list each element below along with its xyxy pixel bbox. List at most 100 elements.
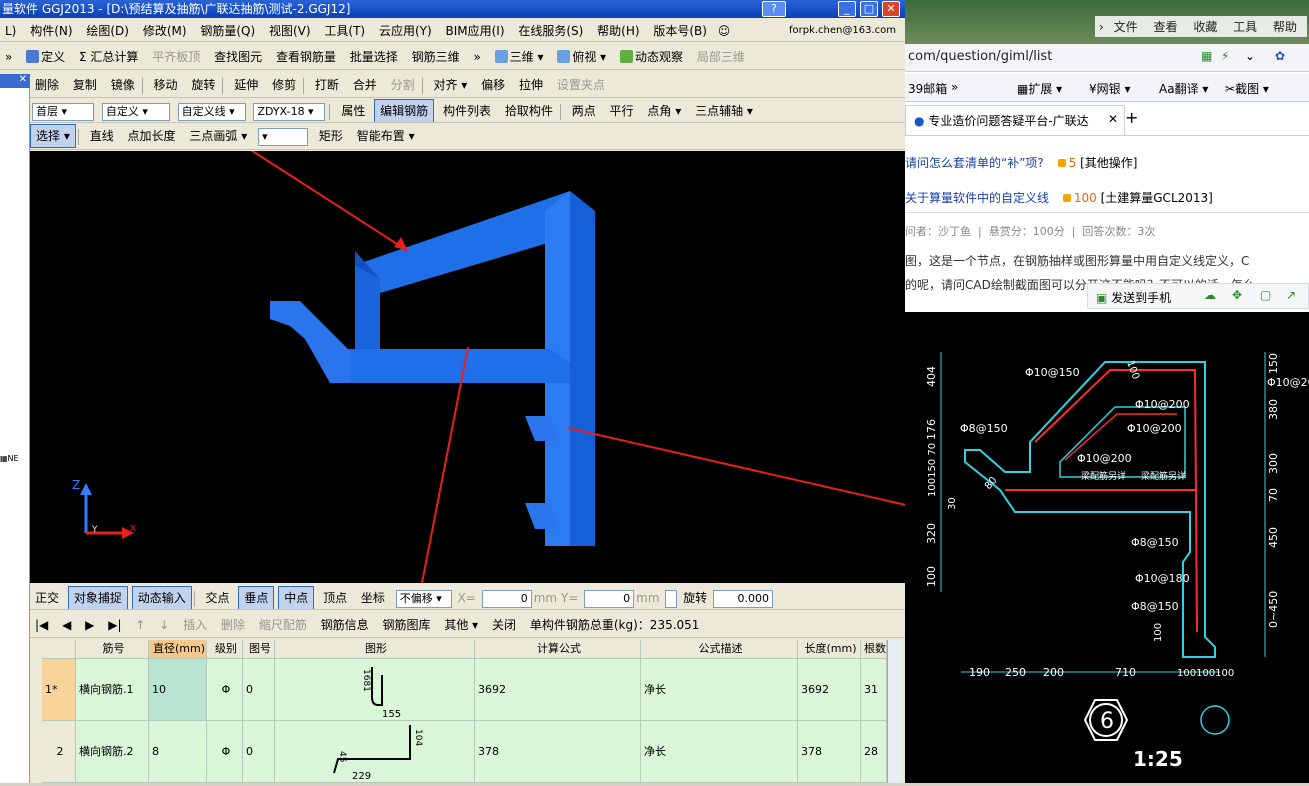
cell-grade[interactable]: Φ — [207, 659, 243, 721]
mirror-button[interactable]: 镜像 — [106, 74, 140, 96]
translate-button[interactable]: Aa翻译 ▾ — [1159, 80, 1208, 97]
point-angle-button[interactable]: 点角 ▾ — [642, 100, 686, 122]
browser-tab[interactable]: ● 专业造价问题答疑平台-广联达 ✕ — [905, 105, 1125, 135]
browser-menu-help[interactable]: 帮助 — [1273, 20, 1297, 34]
menu-item-bim[interactable]: BIM应用(I) — [440, 20, 509, 41]
question-item[interactable]: 关于算量软件中的自定义线 100 [土建算量GCL2013] — [905, 189, 1309, 206]
rebar-3d-button[interactable]: 钢筋三维 — [407, 46, 465, 68]
browser-menu-view[interactable]: 查看 — [1153, 20, 1177, 34]
last-record-icon[interactable]: ▶| — [103, 614, 126, 636]
menu-item-modify[interactable]: 修改(M) — [138, 20, 192, 41]
properties-button[interactable]: 属性 — [336, 100, 370, 122]
toolbar-overflow-icon-2[interactable]: » — [468, 46, 485, 68]
move-up-icon[interactable]: ↑ — [130, 614, 150, 636]
rotate-button[interactable]: 旋转 — [186, 74, 220, 96]
cell-desc[interactable]: 净长 — [641, 721, 798, 783]
other-dropdown[interactable]: 其他 ▾ — [439, 614, 483, 636]
insert-button[interactable]: 插入 — [178, 614, 212, 636]
next-record-icon[interactable]: ▶ — [80, 614, 99, 636]
x-input[interactable]: 0 — [481, 589, 532, 608]
extensions-button[interactable]: ▦扩展 ▾ — [1017, 80, 1062, 97]
new-tab-button[interactable]: + — [1125, 108, 1138, 127]
browser-menu-file[interactable]: 文件 — [1114, 20, 1138, 34]
mail-139-link[interactable]: 39邮箱 — [908, 80, 947, 97]
perpendicular-button[interactable]: 垂点 — [238, 586, 275, 609]
col-header-fig-no[interactable]: 图号 — [243, 640, 275, 659]
browser-menu-chevron-icon[interactable]: › — [1099, 20, 1104, 34]
user-avatar-icon[interactable]: ☺ — [716, 20, 733, 41]
cell-diameter[interactable]: 10 — [149, 659, 207, 721]
define-button[interactable]: 定义 — [21, 46, 70, 68]
subtype-select[interactable]: 自定义线 ▾ — [177, 102, 246, 121]
col-header-diameter[interactable]: 直径(mm) — [149, 640, 207, 659]
toolbar-overflow-icon[interactable]: » — [0, 46, 17, 68]
top-view-dropdown[interactable]: 俯视 ▾ — [552, 46, 611, 68]
qr-icon[interactable]: ▦ — [1201, 49, 1212, 63]
row-index[interactable]: 2 — [42, 721, 76, 783]
question-category[interactable]: [其他操作] — [1080, 156, 1137, 170]
rotate-checkbox[interactable] — [665, 589, 678, 608]
set-grip-button[interactable]: 设置夹点 — [552, 74, 610, 96]
cell-grade[interactable]: Φ — [207, 721, 243, 783]
view-rebar-button[interactable]: 查看钢筋量 — [271, 46, 341, 68]
menu-item-online[interactable]: 在线服务(S) — [513, 20, 588, 41]
menu-item[interactable]: L) — [0, 20, 21, 41]
cell-name[interactable]: 横向钢筋.2 — [76, 721, 149, 783]
send-to-phone-button[interactable]: ▣ 发送到手机 — [1096, 289, 1171, 306]
question-link[interactable]: 请问怎么套清单的“补”项? — [905, 156, 1044, 170]
menu-item-component[interactable]: 构件(N) — [25, 20, 77, 41]
prev-record-icon[interactable]: ◀ — [57, 614, 76, 636]
col-header-grade[interactable]: 级别 — [207, 640, 243, 659]
table-scrollbar[interactable] — [887, 640, 902, 783]
floor-select[interactable]: 首层 ▾ — [32, 102, 94, 121]
component-code-select[interactable]: ZDYX-18 ▾ — [253, 102, 326, 121]
cell-fig[interactable]: 0 — [243, 659, 275, 721]
col-header-length[interactable]: 长度(mm) — [798, 640, 861, 659]
fullscreen-icon[interactable]: ✥ — [1232, 288, 1242, 302]
dock-close-icon[interactable]: ✕ — [0, 74, 30, 88]
move-button[interactable]: 移动 — [149, 74, 183, 96]
user-email[interactable]: forpk.chen@163.com — [784, 20, 901, 41]
scale-rebar-button[interactable]: 缩尺配筋 — [254, 614, 312, 636]
pick-component-button[interactable]: 拾取构件 — [500, 100, 558, 122]
menu-item-tools[interactable]: 工具(T) — [319, 20, 370, 41]
cell-desc[interactable]: 净长 — [641, 659, 798, 721]
offset-button[interactable]: 偏移 — [476, 74, 510, 96]
menu-item-version[interactable]: 版本号(B) — [648, 20, 712, 41]
col-header-shape[interactable]: 图形 — [275, 640, 475, 659]
cell-name[interactable]: 横向钢筋.1 — [76, 659, 149, 721]
menu-item-help[interactable]: 帮助(H) — [592, 20, 644, 41]
offset-select[interactable]: 不偏移 ▾ — [395, 589, 452, 608]
ortho-button[interactable]: 正交 — [30, 587, 64, 609]
orbit-button[interactable]: 动态观察 — [615, 46, 688, 68]
trim-button[interactable]: 修剪 — [267, 74, 301, 96]
extend-button[interactable]: 延伸 — [229, 74, 263, 96]
three-point-axis-button[interactable]: 三点辅轴 ▾ — [690, 100, 758, 122]
cell-length[interactable]: 378 — [798, 721, 861, 783]
row-index[interactable]: 1* — [42, 659, 76, 721]
three-point-arc-button[interactable]: 三点画弧 ▾ — [184, 125, 252, 147]
col-header-formula[interactable]: 计算公式 — [475, 640, 641, 659]
menu-item-draw[interactable]: 绘图(D) — [81, 20, 134, 41]
question-item[interactable]: 请问怎么套清单的“补”项? 5 [其他操作] — [905, 154, 1309, 171]
col-header-desc[interactable]: 公式描述 — [641, 640, 798, 659]
tab-close-icon[interactable]: ✕ — [1108, 112, 1118, 126]
col-header-bar-no[interactable]: 筋号 — [76, 640, 149, 659]
rotate-input[interactable]: 0.000 — [713, 589, 774, 608]
midpoint-button[interactable]: 中点 — [278, 586, 315, 609]
cell-shape[interactable]: 155 1681 — [275, 659, 475, 721]
close-button[interactable]: ✕ — [882, 1, 900, 17]
cell-formula[interactable]: 378 — [475, 721, 641, 783]
smart-layout-button[interactable]: 智能布置 ▾ — [352, 125, 420, 147]
close-panel-button[interactable]: 关闭 — [487, 614, 521, 636]
lightning-icon[interactable]: ⚡ — [1221, 49, 1229, 63]
cell-shape[interactable]: 229 104 45 — [275, 721, 475, 783]
edit-rebar-button[interactable]: 编辑钢筋 — [374, 99, 435, 122]
question-link[interactable]: 关于算量软件中的自定义线 — [905, 191, 1049, 205]
app-help-icon[interactable]: ? — [762, 1, 786, 17]
partial-3d-button[interactable]: 局部三维 — [692, 46, 750, 68]
cell-count[interactable]: 28 — [861, 721, 887, 783]
type-select[interactable]: 自定义 ▾ — [101, 102, 170, 121]
line-button[interactable]: 直线 — [85, 125, 119, 147]
align-button[interactable]: 对齐 ▾ — [428, 74, 472, 96]
